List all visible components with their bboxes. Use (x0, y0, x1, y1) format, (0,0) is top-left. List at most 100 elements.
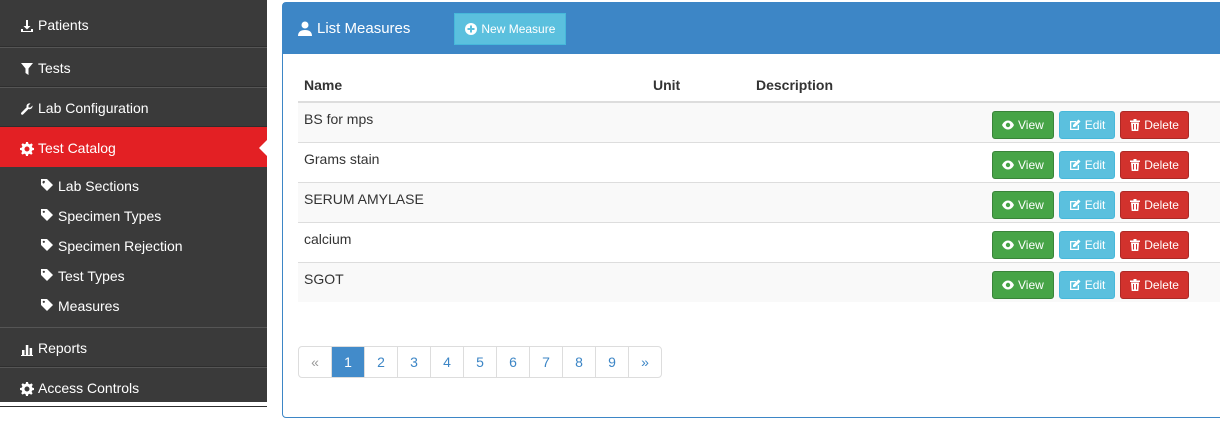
column-header-unit: Unit (647, 69, 750, 103)
sidebar-item-lab-configuration[interactable]: Lab Configuration (0, 87, 267, 127)
view-button[interactable]: View (992, 190, 1054, 219)
sidebar-subitem-label: Lab Sections (58, 178, 139, 194)
pagination-page[interactable]: 1 (331, 347, 364, 377)
panel-title-text: List Measures (317, 20, 411, 37)
new-measure-button[interactable]: New Measure (454, 12, 567, 45)
sidebar-subitem-test-types[interactable]: Test Types (0, 261, 267, 291)
trash-icon (1130, 278, 1141, 291)
pagination-page[interactable]: 7 (529, 347, 562, 377)
download-icon (20, 19, 34, 33)
pagination-page[interactable]: 5 (463, 347, 496, 377)
delete-button[interactable]: Delete (1120, 270, 1189, 299)
pagination-page[interactable]: 3 (397, 347, 430, 377)
cell-name: SGOT (298, 261, 647, 302)
trash-icon (1130, 238, 1141, 251)
edit-label: Edit (1084, 237, 1106, 252)
view-button[interactable]: View (992, 150, 1054, 179)
edit-icon (1069, 239, 1081, 250)
pagination-page[interactable]: 9 (595, 347, 628, 377)
view-label: View (1018, 197, 1044, 212)
delete-button[interactable]: Delete (1120, 150, 1189, 179)
sidebar-item-label: Lab Configuration (38, 100, 149, 116)
sidebar-subitem-measures[interactable]: Measures (0, 291, 267, 321)
sidebar-item-reports[interactable]: Reports (0, 327, 267, 367)
sidebar-subitem-lab-sections[interactable]: Lab Sections (0, 171, 267, 201)
delete-button[interactable]: Delete (1120, 190, 1189, 219)
sidebar-item-access-controls[interactable]: Access Controls (0, 367, 267, 407)
cell-description (750, 101, 986, 142)
sidebar-subitem-label: Test Types (58, 268, 125, 284)
edit-label: Edit (1084, 277, 1106, 292)
table-row: SGOT View Edit Delete (298, 261, 1220, 302)
edit-button[interactable]: Edit (1058, 230, 1116, 259)
cell-description (750, 221, 986, 262)
gear-icon (20, 142, 34, 157)
cell-actions: View Edit Delete (986, 181, 1220, 222)
bar-chart-icon (20, 342, 34, 357)
table-row: BS for mps View Edit Delete (298, 101, 1220, 142)
delete-label: Delete (1144, 237, 1179, 252)
sidebar-item-label: Test Catalog (38, 140, 116, 156)
sidebar-item-test-catalog[interactable]: Test Catalog (0, 127, 268, 167)
column-header-actions (986, 69, 1220, 103)
filter-icon (20, 62, 34, 76)
delete-button[interactable]: Delete (1120, 230, 1189, 259)
delete-button[interactable]: Delete (1120, 111, 1189, 139)
table-row: Grams stain View Edit Delete (298, 141, 1220, 182)
table-header-row: Name Unit Description (298, 69, 1220, 103)
sidebar-subitem-specimen-rejection[interactable]: Specimen Rejection (0, 231, 267, 261)
eye-icon (1002, 200, 1014, 209)
user-icon (298, 21, 312, 36)
tag-icon (40, 202, 54, 232)
edit-icon (1069, 119, 1081, 130)
sidebar-subitem-specimen-types[interactable]: Specimen Types (0, 201, 267, 231)
column-header-name: Name (298, 69, 647, 103)
eye-icon (1002, 280, 1014, 289)
sidebar-item-tests[interactable]: Tests (0, 47, 267, 87)
edit-icon (1069, 279, 1081, 290)
plus-circle-icon (465, 22, 478, 35)
edit-label: Edit (1084, 157, 1106, 172)
cell-name: SERUM AMYLASE (298, 181, 647, 222)
trash-icon (1130, 198, 1141, 211)
delete-label: Delete (1144, 118, 1179, 132)
edit-button[interactable]: Edit (1058, 270, 1116, 299)
cell-unit (647, 141, 750, 182)
edit-label: Edit (1084, 197, 1106, 212)
edit-button[interactable]: Edit (1058, 190, 1116, 219)
edit-button[interactable]: Edit (1058, 111, 1116, 139)
panel-heading: List Measures New Measure (283, 3, 1220, 54)
sidebar-item-label: Patients (38, 17, 89, 33)
view-button[interactable]: View (992, 270, 1054, 299)
sidebar-subitem-label: Specimen Rejection (58, 238, 183, 254)
view-button[interactable]: View (992, 111, 1054, 139)
cell-unit (647, 101, 750, 142)
sidebar-item-patients[interactable]: Patients (0, 0, 267, 47)
sidebar: Patients Tests Lab Configuration Test Ca… (0, 0, 268, 407)
pagination-page[interactable]: 2 (364, 347, 397, 377)
eye-icon (1002, 240, 1014, 249)
pagination-prev[interactable]: « (299, 347, 331, 377)
pagination-page[interactable]: 6 (496, 347, 529, 377)
view-button[interactable]: View (992, 230, 1054, 259)
edit-icon (1069, 159, 1081, 170)
tag-icon (40, 292, 54, 322)
pagination-page[interactable]: 4 (430, 347, 463, 377)
cell-description (750, 181, 986, 222)
view-label: View (1018, 118, 1044, 132)
panel-title: List Measures (298, 20, 410, 37)
sidebar-item-label: Tests (38, 60, 71, 76)
cell-description (750, 261, 986, 302)
gear-icon (20, 382, 34, 397)
edit-button[interactable]: Edit (1058, 150, 1116, 179)
pagination-next[interactable]: » (628, 347, 661, 377)
cell-name: Grams stain (298, 141, 647, 182)
sidebar-subitem-label: Measures (58, 298, 120, 314)
cell-unit (647, 261, 750, 302)
table-row: SERUM AMYLASE View Edit Delete (298, 181, 1220, 222)
view-label: View (1018, 157, 1044, 172)
new-measure-label: New Measure (481, 21, 556, 36)
pagination-page[interactable]: 8 (562, 347, 595, 377)
delete-label: Delete (1144, 157, 1179, 172)
trash-icon (1130, 158, 1141, 171)
